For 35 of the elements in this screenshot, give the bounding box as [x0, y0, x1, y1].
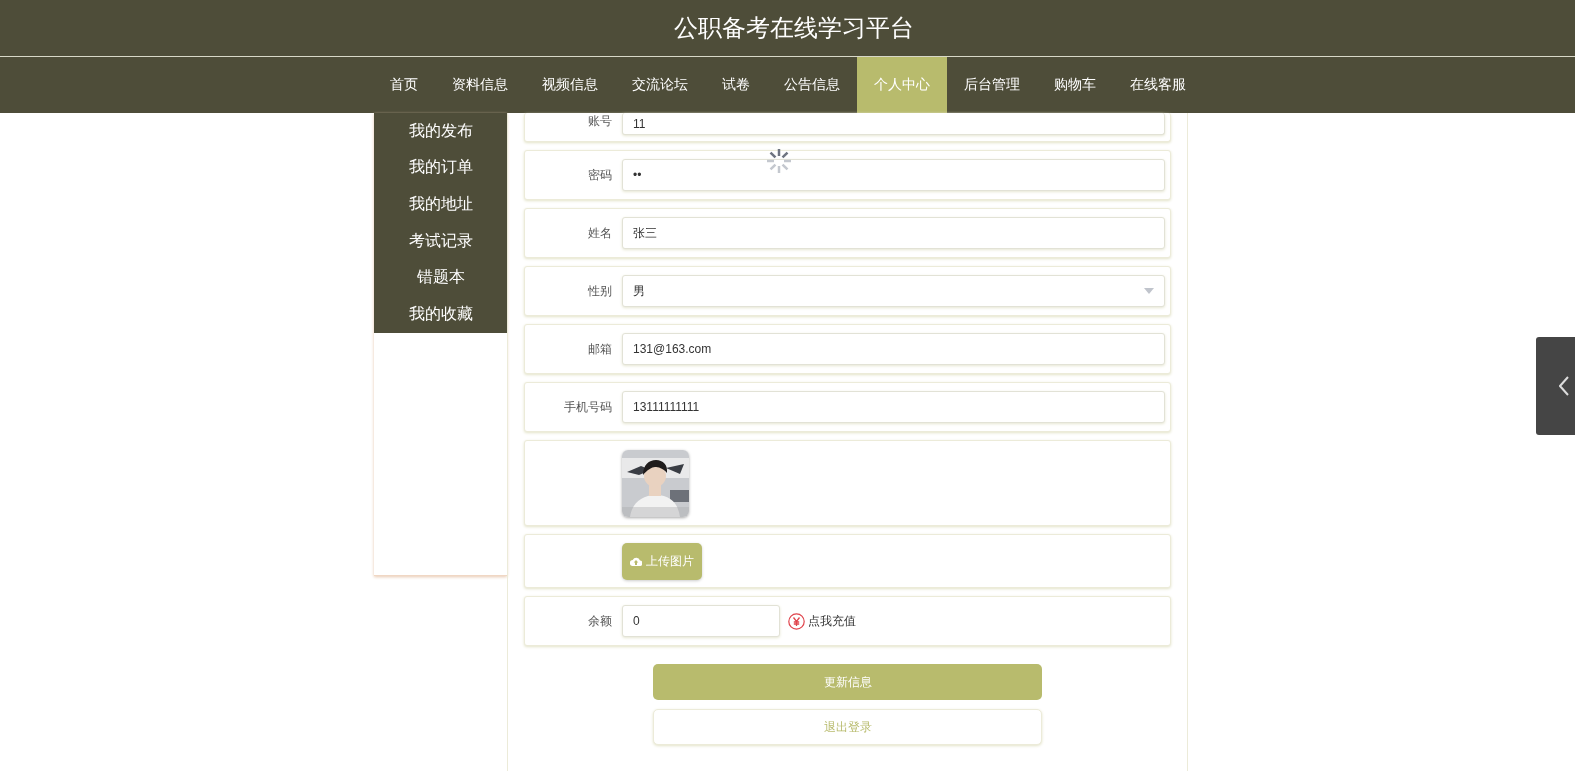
sidebar-item[interactable]: 我的地址 — [374, 186, 507, 223]
sidebar-item[interactable]: 我的订单 — [374, 149, 507, 187]
sidebar-item[interactable]: 我的发布 — [374, 113, 507, 150]
dropdown-caret-icon — [1144, 288, 1154, 294]
input-field[interactable]: 13111111111 — [622, 391, 1165, 423]
nav-tab[interactable]: 后台管理 — [946, 57, 1037, 113]
chevron-left-icon[interactable] — [1559, 376, 1569, 396]
nav-tab[interactable]: 首页 — [372, 57, 435, 113]
input-field[interactable]: 131@163.com — [622, 333, 1165, 365]
input-field[interactable]: 0 — [622, 605, 780, 637]
nav-tab[interactable]: 视频信息 — [524, 57, 615, 113]
input-field[interactable]: 11 — [622, 113, 1165, 135]
recharge-link[interactable]: 点我充值 — [788, 612, 856, 630]
nav-tab[interactable]: 资料信息 — [434, 57, 525, 113]
sidebar-item[interactable]: 我的收藏 — [374, 295, 507, 333]
select-field[interactable]: 男 — [622, 275, 1165, 307]
cloud-upload-icon — [630, 556, 642, 566]
field-label: 密码 — [587, 166, 613, 184]
input-field[interactable]: 张三 — [622, 217, 1165, 249]
input-field[interactable]: •• — [622, 159, 1165, 191]
sidebar-item[interactable]: 错题本 — [374, 259, 507, 296]
field-label: 手机号码 — [563, 398, 613, 416]
field-label: 性别 — [587, 282, 613, 300]
nav-tab[interactable]: 在线客服 — [1112, 57, 1203, 113]
nav-tab[interactable]: 购物车 — [1036, 57, 1113, 113]
field-label: 余额 — [587, 612, 613, 630]
nav-tab[interactable]: 公告信息 — [766, 57, 857, 113]
field-label: 邮箱 — [587, 340, 613, 358]
nav-tab[interactable]: 交流论坛 — [614, 57, 705, 113]
field-label: 姓名 — [587, 224, 613, 242]
yen-coin-icon — [788, 612, 805, 630]
field-label: 账号 — [587, 113, 613, 130]
nav-tab[interactable]: 试卷 — [704, 57, 767, 113]
site-title: 公职备考在线学习平台 — [672, 13, 914, 43]
sidebar-item[interactable]: 考试记录 — [374, 222, 507, 260]
